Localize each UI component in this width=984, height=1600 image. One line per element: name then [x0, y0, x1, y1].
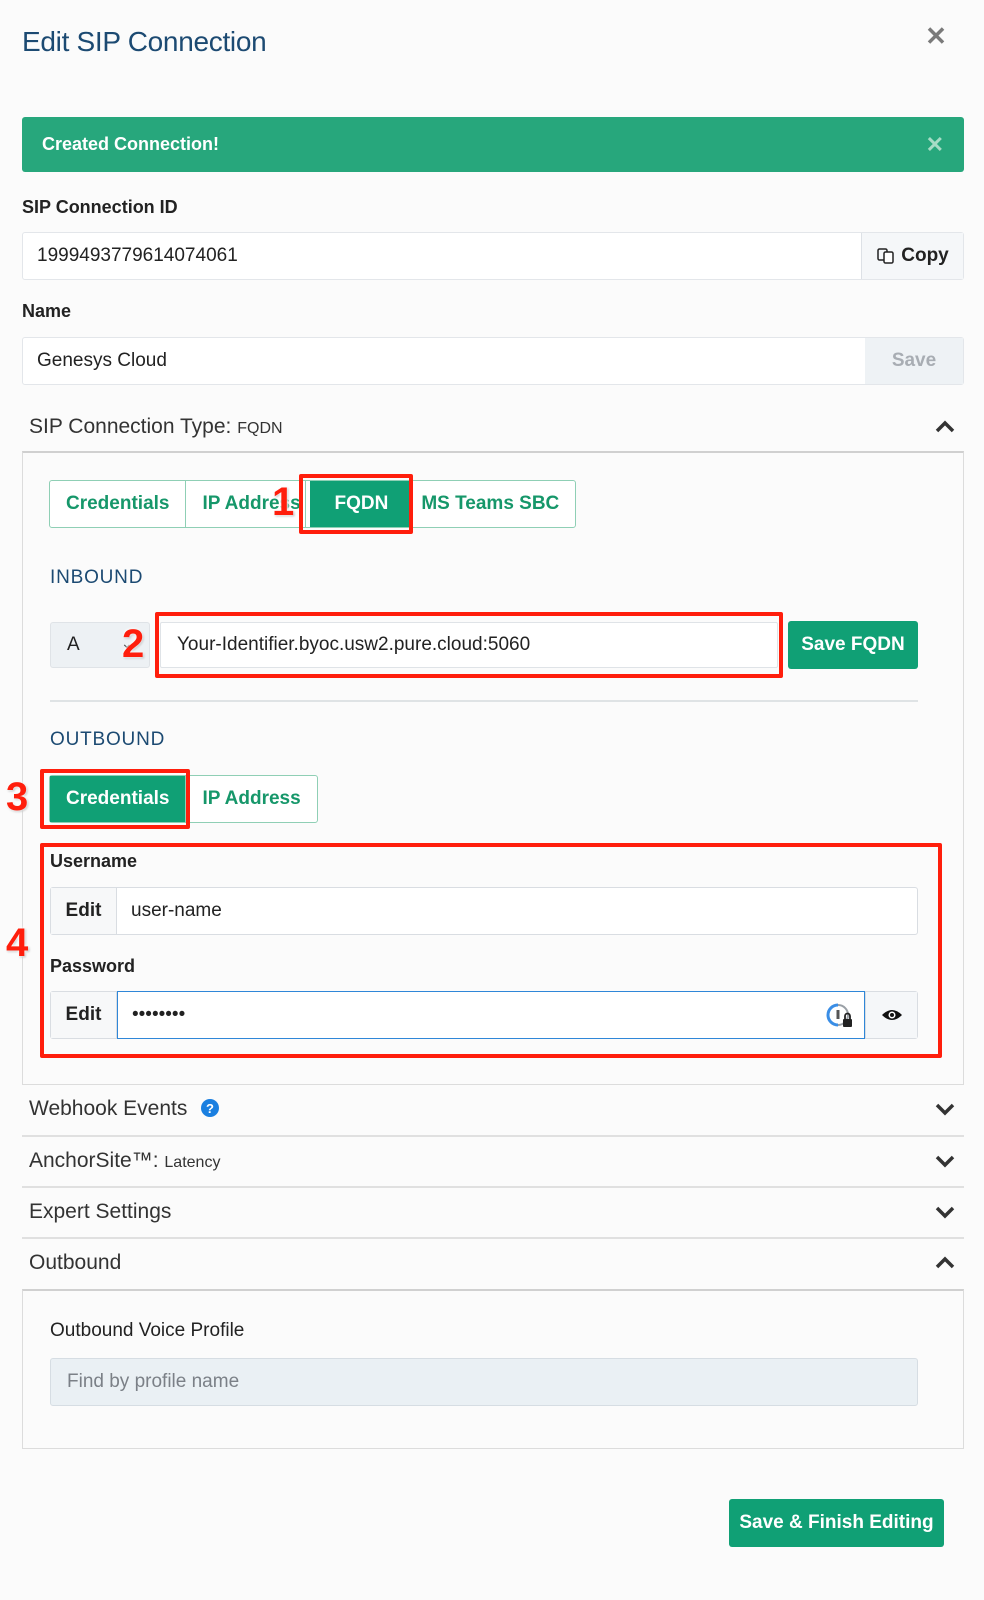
outbound-voice-profile-label: Outbound Voice Profile [50, 1320, 245, 1341]
copy-icon [877, 248, 894, 264]
copy-button[interactable]: Copy [861, 233, 963, 279]
close-icon[interactable]: ✕ [926, 132, 944, 158]
inbound-label: INBOUND [50, 567, 144, 588]
anchorsite-title: AnchorSite™: [29, 1149, 159, 1172]
anchorsite-value: Latency [164, 1154, 221, 1171]
chevron-up-icon [935, 1256, 955, 1269]
connection-type-value: FQDN [237, 420, 283, 437]
tab-outbound-ip-address[interactable]: IP Address [186, 776, 316, 822]
save-name-button[interactable]: Save [865, 338, 963, 384]
chevron-down-icon [935, 1206, 955, 1219]
annotation-number-1: 1 [272, 480, 295, 524]
modal-title: Edit SIP Connection [22, 26, 267, 57]
annotation-number-2: 2 [122, 622, 145, 666]
save-finish-editing-button[interactable]: Save & Finish Editing [729, 1499, 944, 1547]
webhook-events-title: Webhook Events [29, 1097, 188, 1120]
chevron-down-icon [935, 1155, 955, 1168]
copy-label: Copy [901, 245, 949, 266]
tab-credentials[interactable]: Credentials [50, 481, 187, 527]
outbound-title: Outbound [29, 1251, 122, 1274]
section-expert-settings[interactable]: Expert Settings [22, 1187, 964, 1237]
annotation-number-4: 4 [6, 921, 29, 965]
connection-id-field: 1999493779614074061 Copy [22, 232, 964, 280]
section-webhook-events[interactable]: Webhook Events ? [22, 1084, 964, 1134]
close-icon[interactable]: ✕ [924, 23, 948, 49]
name-field: Genesys Cloud Save [22, 337, 964, 385]
search-placeholder: Find by profile name [67, 1371, 240, 1392]
annotation-number-3: 3 [6, 775, 29, 819]
connection-type-title: SIP Connection Type: FQDN [29, 415, 934, 439]
outbound-label: OUTBOUND [50, 729, 166, 750]
expert-settings-title: Expert Settings [29, 1200, 172, 1223]
annotation-box-3 [40, 769, 190, 829]
name-input[interactable]: Genesys Cloud [23, 338, 865, 384]
connection-type-heading: SIP Connection Type: [29, 415, 232, 438]
section-title: Webhook Events ? [29, 1097, 934, 1121]
connection-type-header[interactable]: SIP Connection Type: FQDN [22, 402, 964, 452]
annotation-box-2 [155, 612, 783, 678]
divider [50, 700, 918, 702]
success-alert: Created Connection! ✕ [22, 117, 964, 172]
save-fqdn-button[interactable]: Save FQDN [788, 621, 918, 669]
outbound-voice-profile-search[interactable]: Find by profile name [50, 1358, 918, 1406]
svg-text:?: ? [206, 1101, 214, 1116]
chevron-up-icon [935, 420, 955, 433]
alert-message: Created Connection! [42, 134, 220, 154]
help-icon[interactable]: ? [201, 1099, 220, 1117]
name-label: Name [22, 301, 72, 321]
connection-id-label: SIP Connection ID [22, 197, 178, 217]
chevron-down-icon [935, 1103, 955, 1116]
annotation-box-4 [40, 843, 942, 1058]
record-type-value: A [67, 634, 80, 655]
section-outbound[interactable]: Outbound [22, 1238, 964, 1288]
connection-id-value[interactable]: 1999493779614074061 [23, 233, 861, 279]
section-title: AnchorSite™: Latency [29, 1149, 934, 1173]
tab-ms-teams-sbc[interactable]: MS Teams SBC [413, 481, 575, 527]
annotation-box-1 [299, 474, 413, 534]
section-anchorsite[interactable]: AnchorSite™: Latency [22, 1136, 964, 1186]
